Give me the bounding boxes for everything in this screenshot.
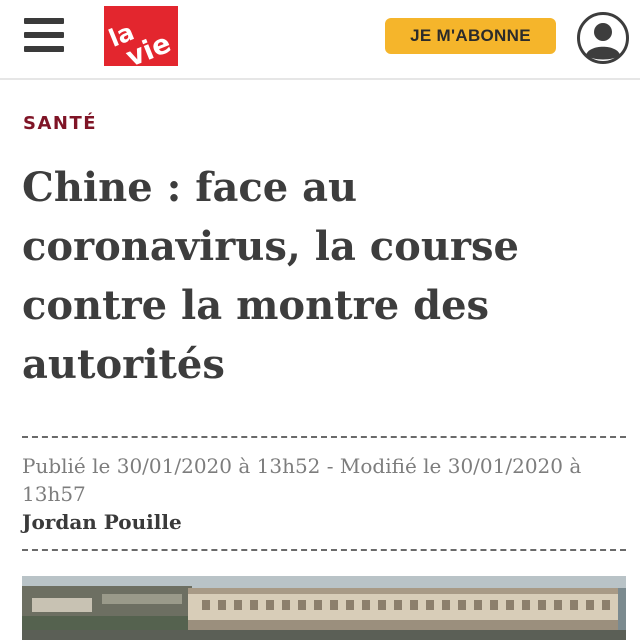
publication-dates: Publié le 30/01/2020 à 13h52 - Modifié l… (22, 454, 582, 506)
article-hero-image[interactable] (22, 576, 626, 640)
divider (22, 549, 626, 551)
menu-bar (24, 46, 64, 52)
menu-bar (24, 32, 64, 38)
la-vie-logo[interactable]: la vie (104, 6, 178, 66)
subscribe-button[interactable]: JE M'ABONNE (385, 18, 556, 54)
category-link[interactable]: SANTÉ (23, 113, 97, 134)
author-name[interactable]: Jordan Pouille (22, 510, 182, 534)
menu-bar (24, 18, 64, 24)
divider (22, 436, 626, 438)
hamburger-menu-icon[interactable] (24, 18, 64, 52)
article-title: Chine : face au coronavirus, la course c… (22, 164, 519, 388)
top-navigation-bar: la vie JE M'ABONNE (0, 0, 640, 80)
user-avatar-icon[interactable] (576, 11, 630, 65)
